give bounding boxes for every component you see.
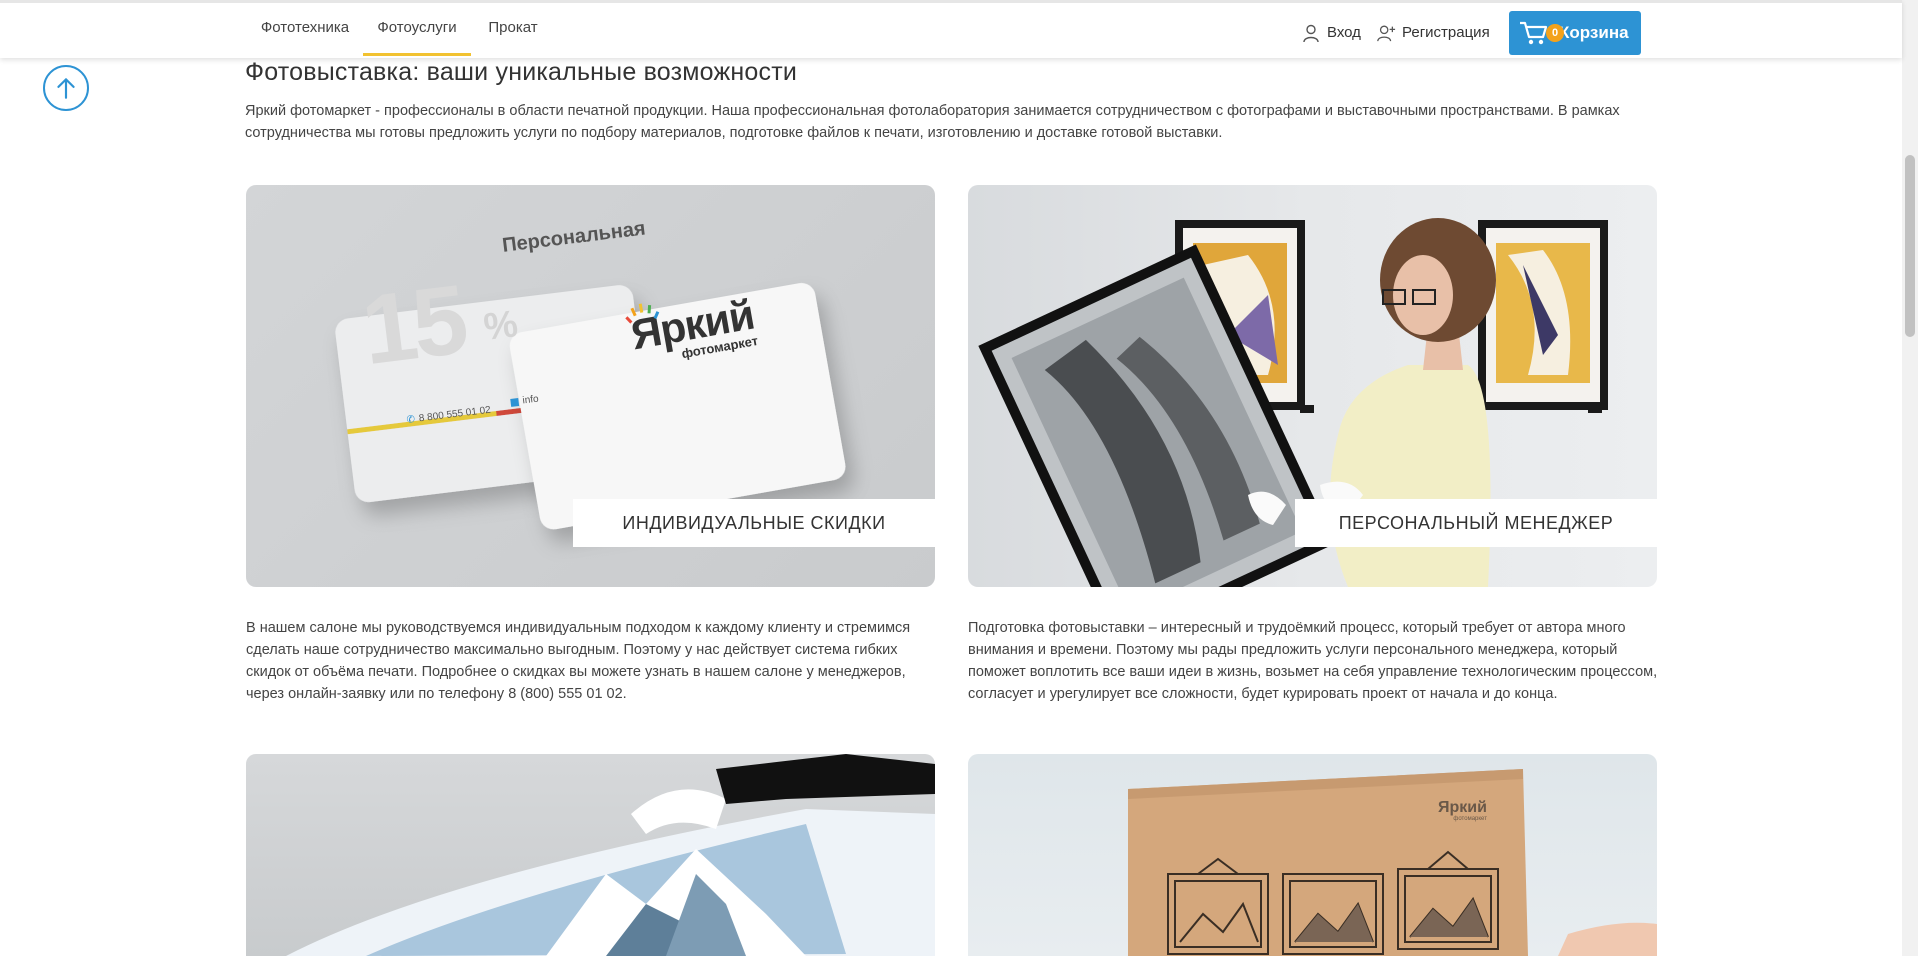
discount-number: 15: [356, 263, 470, 386]
register-link[interactable]: Регистрация: [1376, 19, 1490, 47]
box-delivery-image: Яркий фотомаркет: [968, 754, 1657, 956]
cart-count-badge: 0: [1546, 24, 1564, 42]
manager-card-image: ПЕРСОНАЛЬНЫЙ МЕНЕДЖЕР: [968, 185, 1657, 587]
card-label-manager: ПЕРСОНАЛЬНЫЙ МЕНЕДЖЕР: [1295, 499, 1657, 547]
mail-icon: [510, 397, 520, 407]
tab-rental[interactable]: Прокат: [482, 6, 544, 56]
print-illustration: [286, 754, 935, 956]
discount-percent: %: [481, 303, 521, 349]
box-illustration: [1128, 769, 1657, 956]
top-header: Фототехника Фотоуслуги Прокат Вход Регис…: [0, 0, 1902, 58]
intro-paragraph: Яркий фотомаркет - профессионалы в облас…: [245, 103, 1620, 141]
box-brand-logo: Яркий фотомаркет: [1438, 799, 1487, 823]
cart-icon: 0: [1519, 20, 1564, 46]
user-plus-icon: [1377, 25, 1396, 42]
arrow-up-icon: [57, 78, 75, 99]
discounts-description: В нашем салоне мы руководствуемся индиви…: [246, 620, 911, 702]
scrollbar-thumb[interactable]: [1905, 155, 1915, 337]
phone-icon: ✆: [406, 413, 416, 426]
print-photo-image: [246, 754, 935, 956]
card-label-discounts: ИНДИВИДУАЛЬНЫЕ СКИДКИ: [573, 499, 935, 547]
cart-button[interactable]: 0 Корзина: [1509, 11, 1641, 55]
scroll-to-top-button[interactable]: [43, 65, 89, 111]
user-icon: [1303, 24, 1319, 43]
cart-label: Корзина: [1559, 23, 1629, 42]
register-label: Регистрация: [1402, 24, 1490, 41]
page-scrollbar[interactable]: [1902, 0, 1918, 956]
box-brand-sub: фотомаркет: [1453, 816, 1487, 822]
manager-description: Подготовка фотовыставки – интересный и т…: [968, 620, 1658, 702]
tab-photoservices[interactable]: Фотоуслуги: [363, 6, 471, 56]
box-brand-name: Яркий: [1438, 799, 1487, 816]
login-label: Вход: [1327, 24, 1361, 41]
card-email-text: info: [521, 393, 540, 407]
discount-card-image: 15 % Персональная ✆ 8 800 555 01 02 info…: [246, 185, 935, 587]
page-title: Фотовыставка: ваши уникальные возможност…: [245, 58, 798, 86]
tab-phototech[interactable]: Фототехника: [255, 6, 355, 56]
login-link[interactable]: Вход: [1301, 19, 1361, 47]
